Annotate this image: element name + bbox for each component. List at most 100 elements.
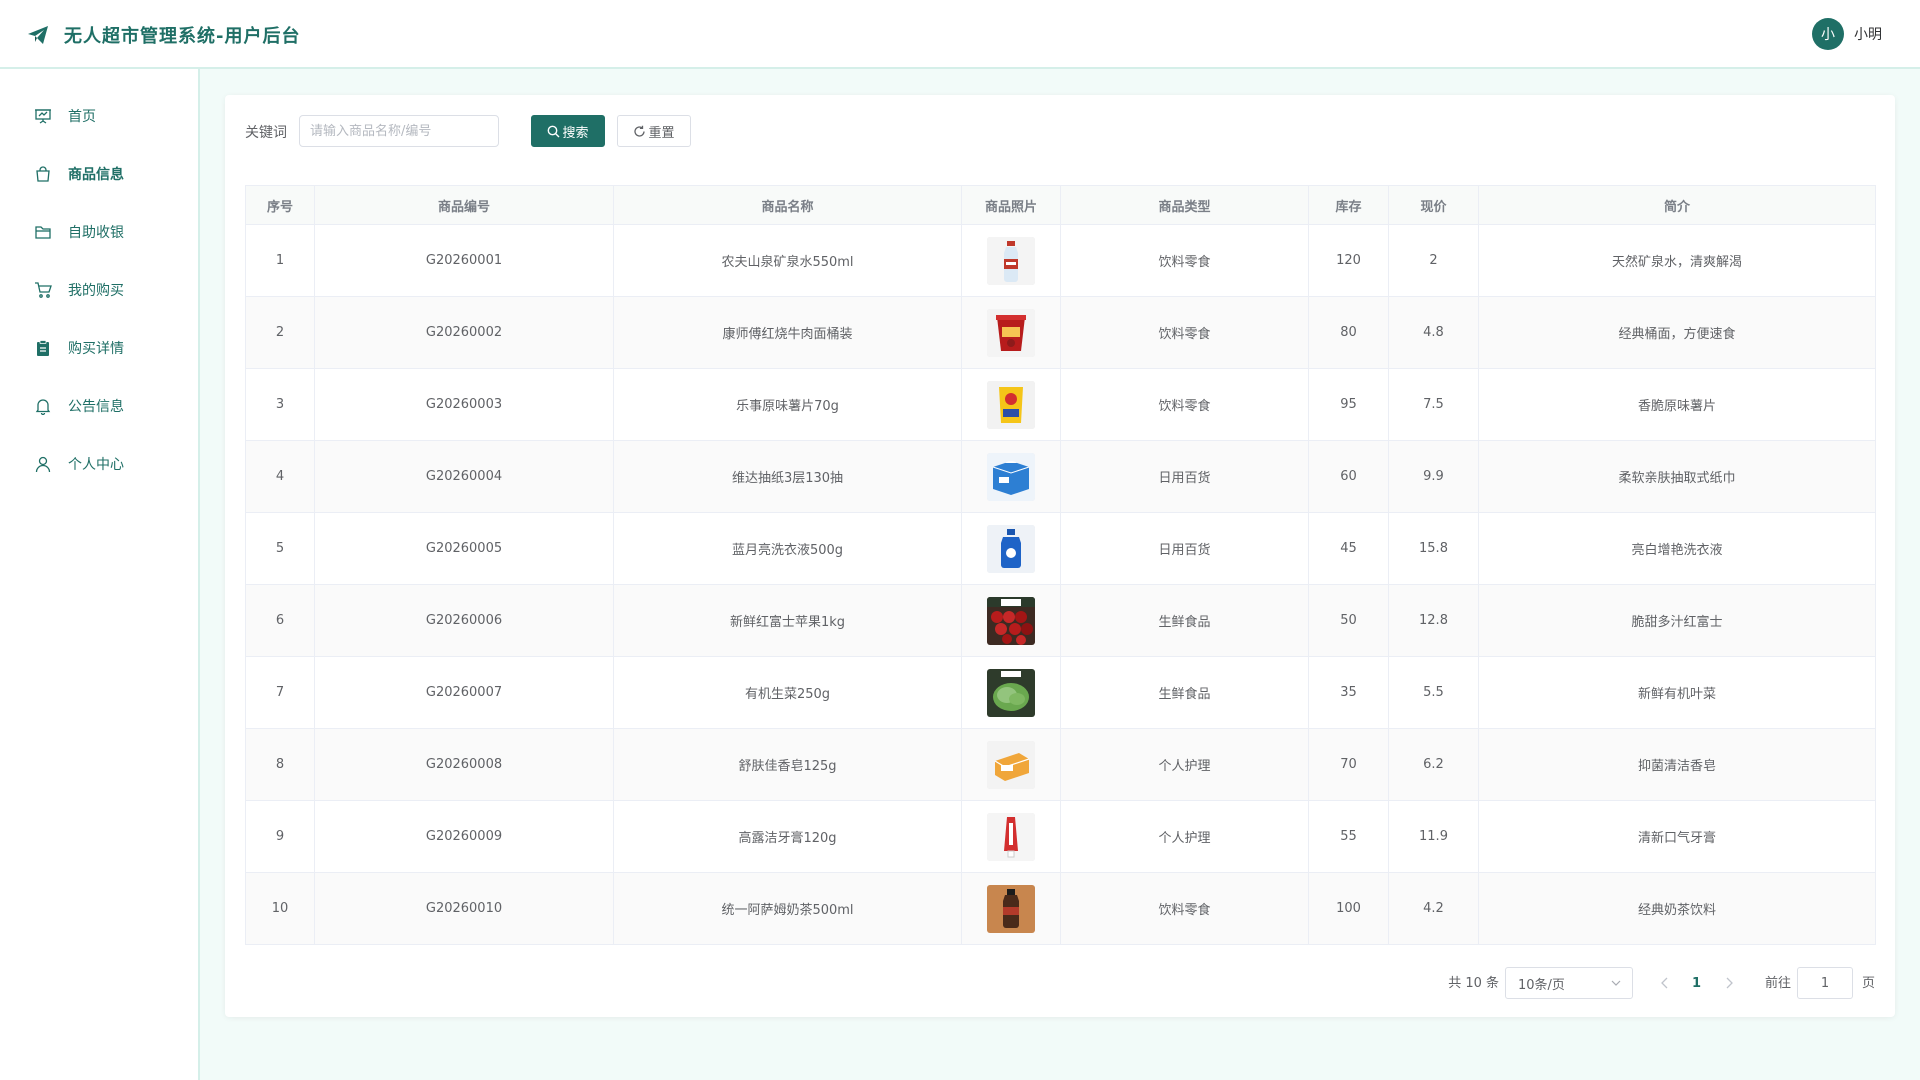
reset-button[interactable]: 重置 <box>617 115 691 147</box>
user-menu[interactable]: 小 小明 <box>1812 18 1882 50</box>
cell-product-photo <box>961 224 1061 297</box>
table-row[interactable]: 5 G20260005 蓝月亮洗衣液500g 日用百货 45 15.8 亮白增艳洗衣液 <box>245 512 1876 585</box>
cell-product-code: G20260004 <box>314 440 614 513</box>
sidebar: 首页 商品信息 自助收银 我的购买 购买详情 公告信息 个人中心 <box>0 69 200 1080</box>
top-header: 无人超市管理系统-用户后台 小 小明 <box>0 0 1920 69</box>
cell-product-name: 有机生菜250g <box>613 656 962 729</box>
cell-description: 亮白增艳洗衣液 <box>1478 512 1876 585</box>
avatar[interactable]: 小 <box>1812 18 1844 50</box>
product-photo[interactable] <box>987 596 1035 645</box>
cell-description: 经典奶茶饮料 <box>1478 872 1876 945</box>
sidebar-item-announcements[interactable]: 公告信息 <box>0 377 198 435</box>
goto-page-input[interactable] <box>1797 967 1853 999</box>
cell-stock: 55 <box>1308 800 1389 873</box>
cell-index: 5 <box>245 512 315 585</box>
cell-index: 1 <box>245 224 315 297</box>
table-header-row: 序号 商品编号 商品名称 商品照片 商品类型 库存 现价 简介 <box>245 185 1876 225</box>
cell-product-photo <box>961 728 1061 801</box>
product-photo[interactable] <box>987 380 1035 429</box>
cart-icon <box>34 281 52 299</box>
sidebar-item-my-purchases[interactable]: 我的购买 <box>0 261 198 319</box>
cell-product-type: 饮料零食 <box>1060 872 1309 945</box>
column-header: 商品类型 <box>1060 185 1309 225</box>
column-header: 商品照片 <box>961 185 1061 225</box>
prev-page-button[interactable] <box>1659 975 1671 995</box>
table-row[interactable]: 9 G20260009 高露洁牙膏120g 个人护理 55 11.9 清新口气牙膏 <box>245 800 1876 873</box>
product-photo[interactable] <box>987 236 1035 285</box>
chevron-right-icon <box>1726 977 1733 989</box>
cell-index: 10 <box>245 872 315 945</box>
user-icon <box>34 455 52 473</box>
product-photo[interactable] <box>987 308 1035 357</box>
search-icon <box>547 125 560 138</box>
sidebar-item-home[interactable]: 首页 <box>0 87 198 145</box>
cell-stock: 100 <box>1308 872 1389 945</box>
sidebar-item-label: 个人中心 <box>68 457 124 473</box>
cell-product-photo <box>961 656 1061 729</box>
cell-product-photo <box>961 872 1061 945</box>
goto-unit-label: 页 <box>1861 976 1875 991</box>
cell-product-name: 舒肤佳香皂125g <box>613 728 962 801</box>
table-row[interactable]: 4 G20260004 维达抽纸3层130抽 日用百货 60 9.9 柔软亲肤抽取式纸巾 <box>245 440 1876 513</box>
sidebar-item-label: 商品信息 <box>68 167 124 183</box>
cell-product-name: 康师傅红烧牛肉面桶装 <box>613 296 962 369</box>
sidebar-item-purchase-details[interactable]: 购买详情 <box>0 319 198 377</box>
cell-product-type: 个人护理 <box>1060 728 1309 801</box>
table-row[interactable]: 7 G20260007 有机生菜250g 生鲜食品 35 5.5 新鲜有机叶菜 <box>245 656 1876 729</box>
cell-price: 7.5 <box>1388 368 1479 441</box>
cell-price: 9.9 <box>1388 440 1479 513</box>
keyword-search-input[interactable] <box>299 115 499 147</box>
sidebar-item-products[interactable]: 商品信息 <box>0 145 198 203</box>
cell-stock: 80 <box>1308 296 1389 369</box>
username[interactable]: 小明 <box>1854 24 1882 44</box>
product-photo[interactable] <box>987 740 1035 789</box>
cell-product-code: G20260007 <box>314 656 614 729</box>
cell-index: 9 <box>245 800 315 873</box>
presentation-icon <box>34 107 52 125</box>
table-row[interactable]: 8 G20260008 舒肤佳香皂125g 个人护理 70 6.2 抑菌清洁香皂 <box>245 728 1876 801</box>
cell-stock: 50 <box>1308 584 1389 657</box>
table-row[interactable]: 10 G20260010 统一阿萨姆奶茶500ml 饮料零食 100 4.2 经典奶茶饮料 <box>245 872 1876 945</box>
table-row[interactable]: 1 G20260001 农夫山泉矿泉水550ml 饮料零食 120 2 天然矿泉水，清爽解渴 <box>245 224 1876 297</box>
page-size-select[interactable]: 10条/页 <box>1505 967 1633 999</box>
cell-price: 6.2 <box>1388 728 1479 801</box>
cell-stock: 35 <box>1308 656 1389 729</box>
product-photo[interactable] <box>987 884 1035 933</box>
cell-product-type: 日用百货 <box>1060 512 1309 585</box>
cell-price: 12.8 <box>1388 584 1479 657</box>
clipboard-icon <box>34 339 52 357</box>
cell-stock: 60 <box>1308 440 1389 513</box>
cell-stock: 70 <box>1308 728 1389 801</box>
table-row[interactable]: 6 G20260006 新鲜红富士苹果1kg 生鲜食品 50 12.8 脆甜多汁红富士 <box>245 584 1876 657</box>
sidebar-item-checkout[interactable]: 自助收银 <box>0 203 198 261</box>
cell-stock: 95 <box>1308 368 1389 441</box>
table-row[interactable]: 2 G20260002 康师傅红烧牛肉面桶装 饮料零食 80 4.8 经典桶面，方便速食 <box>245 296 1876 369</box>
search-button[interactable]: 搜索 <box>531 115 605 147</box>
cell-product-photo <box>961 512 1061 585</box>
cell-price: 15.8 <box>1388 512 1479 585</box>
column-header: 现价 <box>1388 185 1479 225</box>
cell-product-code: G20260005 <box>314 512 614 585</box>
product-photo[interactable] <box>987 668 1035 717</box>
cell-product-photo <box>961 368 1061 441</box>
cell-description: 新鲜有机叶菜 <box>1478 656 1876 729</box>
cell-product-code: G20260008 <box>314 728 614 801</box>
table-row[interactable]: 3 G20260003 乐事原味薯片70g 饮料零食 95 7.5 香脆原味薯片 <box>245 368 1876 441</box>
cell-product-type: 饮料零食 <box>1060 296 1309 369</box>
sidebar-item-profile[interactable]: 个人中心 <box>0 435 198 493</box>
page-number-current[interactable]: 1 <box>1692 968 1701 1000</box>
cell-index: 2 <box>245 296 315 369</box>
cell-price: 4.8 <box>1388 296 1479 369</box>
column-header: 商品编号 <box>314 185 614 225</box>
keyword-label: 关键词 <box>245 125 287 141</box>
cell-product-name: 乐事原味薯片70g <box>613 368 962 441</box>
next-page-button[interactable] <box>1723 975 1735 995</box>
product-photo[interactable] <box>987 524 1035 573</box>
product-photo[interactable] <box>987 452 1035 501</box>
cell-product-photo <box>961 296 1061 369</box>
product-photo[interactable] <box>987 812 1035 861</box>
cell-product-code: G20260009 <box>314 800 614 873</box>
cell-description: 香脆原味薯片 <box>1478 368 1876 441</box>
cell-product-code: G20260003 <box>314 368 614 441</box>
cell-product-type: 饮料零食 <box>1060 224 1309 297</box>
